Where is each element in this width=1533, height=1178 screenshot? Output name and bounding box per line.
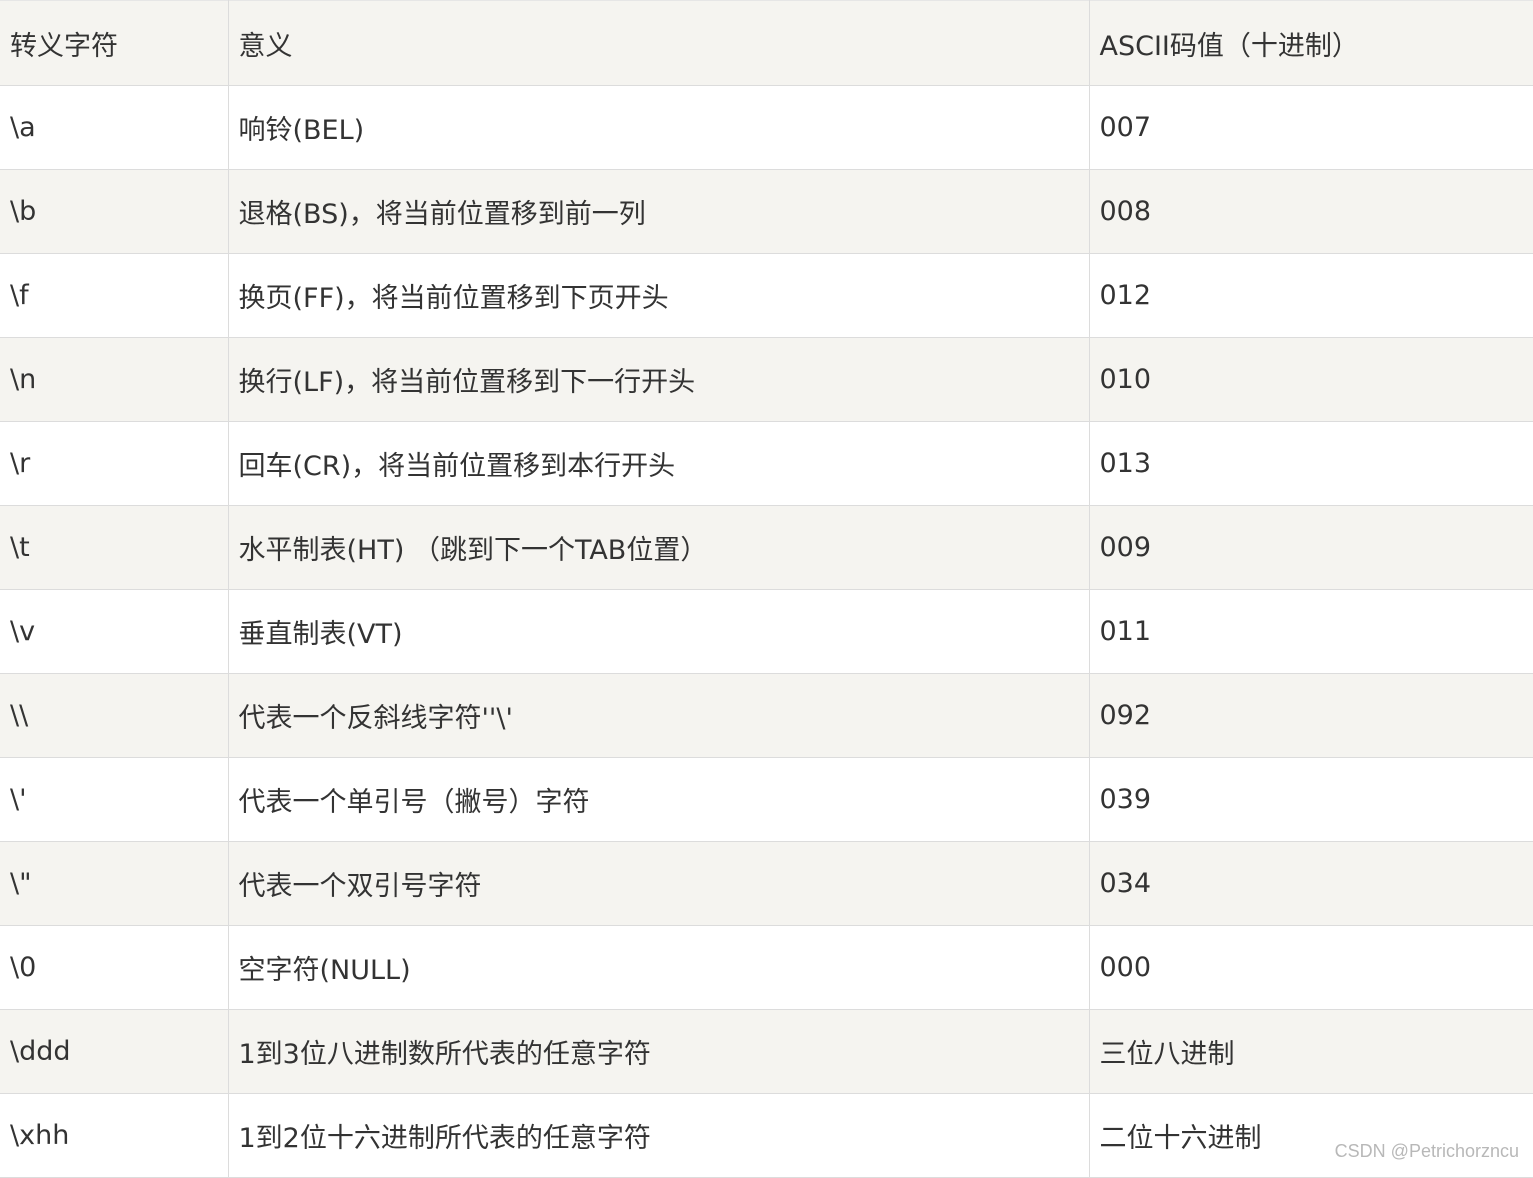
table-row: \0 空字符(NULL) 000 <box>0 925 1533 1010</box>
escape-char-cell: \a <box>0 85 229 170</box>
escape-char-cell: \xhh <box>0 1093 229 1178</box>
table-row: \' 代表一个单引号（撇号）字符 039 <box>0 757 1533 842</box>
header-meaning: 意义 <box>227 0 1090 86</box>
escape-char-cell: \n <box>0 337 229 422</box>
ascii-value-cell: 二位十六进制 <box>1088 1093 1533 1178</box>
table-row: \ddd 1到3位八进制数所代表的任意字符 三位八进制 <box>0 1009 1533 1094</box>
meaning-cell: 代表一个反斜线字符''\' <box>227 673 1090 758</box>
escape-char-cell: \r <box>0 421 229 506</box>
ascii-value-cell: 010 <box>1088 337 1533 422</box>
escape-char-cell: \v <box>0 589 229 674</box>
meaning-cell: 换页(FF)，将当前位置移到下页开头 <box>227 253 1090 338</box>
ascii-value-cell: 008 <box>1088 169 1533 254</box>
escape-char-cell: \" <box>0 841 229 926</box>
ascii-value-cell: 三位八进制 <box>1088 1009 1533 1094</box>
meaning-cell: 水平制表(HT) （跳到下一个TAB位置） <box>227 505 1090 590</box>
header-escape-char: 转义字符 <box>0 0 229 86</box>
meaning-cell: 垂直制表(VT) <box>227 589 1090 674</box>
table-row: \t 水平制表(HT) （跳到下一个TAB位置） 009 <box>0 505 1533 590</box>
ascii-value-cell: 012 <box>1088 253 1533 338</box>
table-row: \f 换页(FF)，将当前位置移到下页开头 012 <box>0 253 1533 338</box>
csdn-watermark: CSDN @Petrichorzncu <box>1334 1141 1519 1161</box>
escape-char-table: 转义字符 意义 ASCII码值（十进制） \a 响铃(BEL) 007 \b 退… <box>0 0 1533 1178</box>
ascii-value-cell: 007 <box>1088 85 1533 170</box>
table-row: \n 换行(LF)，将当前位置移到下一行开头 010 <box>0 337 1533 422</box>
table-row: \a 响铃(BEL) 007 <box>0 85 1533 170</box>
table-row: \\ 代表一个反斜线字符''\' 092 <box>0 673 1533 758</box>
escape-char-cell: \\ <box>0 673 229 758</box>
ascii-value-cell: 009 <box>1088 505 1533 590</box>
meaning-cell: 1到2位十六进制所代表的任意字符 <box>227 1093 1090 1178</box>
table-row: \r 回车(CR)，将当前位置移到本行开头 013 <box>0 421 1533 506</box>
escape-char-cell: \f <box>0 253 229 338</box>
ascii-value-cell: 011 <box>1088 589 1533 674</box>
meaning-cell: 响铃(BEL) <box>227 85 1090 170</box>
escape-char-cell: \0 <box>0 925 229 1010</box>
escape-char-cell: \' <box>0 757 229 842</box>
table-row: \b 退格(BS)，将当前位置移到前一列 008 <box>0 169 1533 254</box>
ascii-value-cell: 034 <box>1088 841 1533 926</box>
ascii-value-cell: 092 <box>1088 673 1533 758</box>
meaning-cell: 退格(BS)，将当前位置移到前一列 <box>227 169 1090 254</box>
table-header-row: 转义字符 意义 ASCII码值（十进制） <box>0 0 1533 86</box>
header-ascii-value: ASCII码值（十进制） <box>1088 0 1533 86</box>
escape-char-cell: \t <box>0 505 229 590</box>
meaning-cell: 1到3位八进制数所代表的任意字符 <box>227 1009 1090 1094</box>
ascii-value-cell: 039 <box>1088 757 1533 842</box>
ascii-value-cell: 000 <box>1088 925 1533 1010</box>
meaning-cell: 代表一个双引号字符 <box>227 841 1090 926</box>
meaning-cell: 回车(CR)，将当前位置移到本行开头 <box>227 421 1090 506</box>
meaning-cell: 换行(LF)，将当前位置移到下一行开头 <box>227 337 1090 422</box>
escape-char-cell: \b <box>0 169 229 254</box>
table-row: \xhh 1到2位十六进制所代表的任意字符 二位十六进制 <box>0 1093 1533 1178</box>
table-row: \" 代表一个双引号字符 034 <box>0 841 1533 926</box>
meaning-cell: 空字符(NULL) <box>227 925 1090 1010</box>
escape-char-cell: \ddd <box>0 1009 229 1094</box>
table-row: \v 垂直制表(VT) 011 <box>0 589 1533 674</box>
ascii-value-cell: 013 <box>1088 421 1533 506</box>
meaning-cell: 代表一个单引号（撇号）字符 <box>227 757 1090 842</box>
